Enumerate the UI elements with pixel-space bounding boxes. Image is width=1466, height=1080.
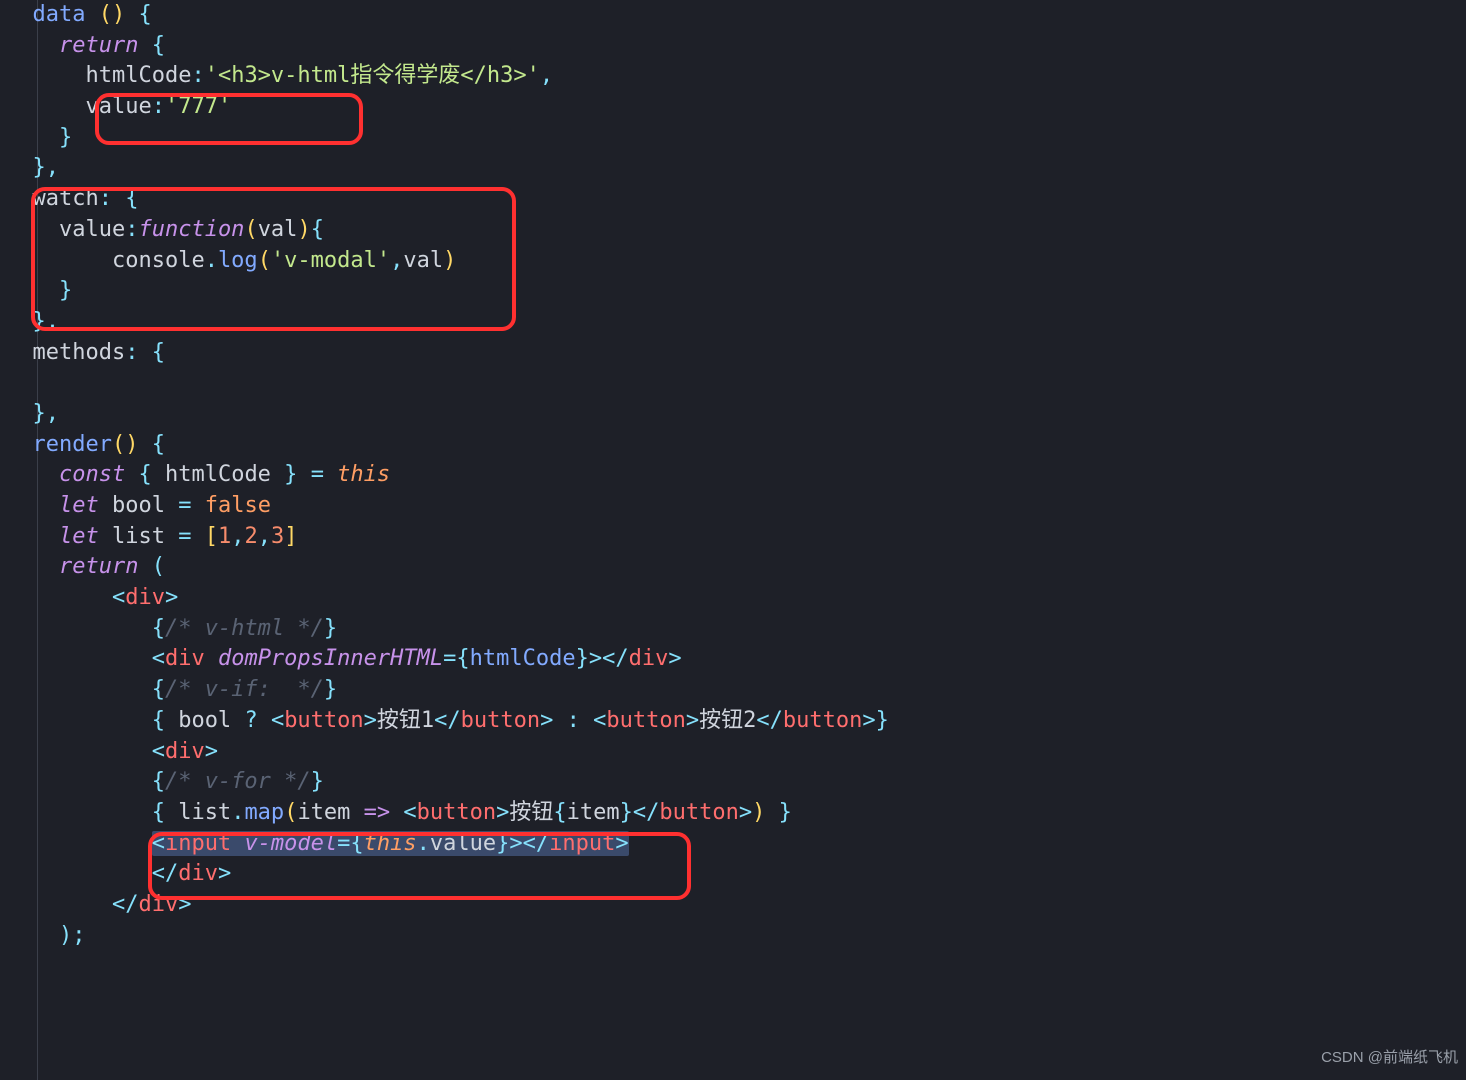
code-line[interactable]: {/* v-for */}: [0, 767, 1466, 798]
code-line[interactable]: {/* v-html */}: [0, 614, 1466, 645]
code-block[interactable]: data () { return { htmlCode:'<h3>v-html指…: [0, 0, 1466, 951]
code-line[interactable]: </div>: [0, 859, 1466, 890]
watermark: CSDN @前端纸飞机: [1321, 1043, 1458, 1074]
code-line[interactable]: return {: [0, 31, 1466, 62]
code-line[interactable]: { bool ? <button>按钮1</button> : <button>…: [0, 706, 1466, 737]
code-line[interactable]: value:function(val){: [0, 215, 1466, 246]
code-line[interactable]: console.log('v-modal',val): [0, 246, 1466, 277]
code-line[interactable]: },: [0, 153, 1466, 184]
code-line[interactable]: }: [0, 123, 1466, 154]
code-line[interactable]: <input v-model={this.value}></input>: [0, 829, 1466, 860]
code-line[interactable]: [0, 368, 1466, 399]
code-line[interactable]: methods: {: [0, 338, 1466, 369]
code-line[interactable]: let bool = false: [0, 491, 1466, 522]
code-line[interactable]: <div>: [0, 737, 1466, 768]
code-line[interactable]: <div>: [0, 583, 1466, 614]
code-line[interactable]: <div domPropsInnerHTML={htmlCode}></div>: [0, 644, 1466, 675]
code-line[interactable]: { list.map(item => <button>按钮{item}</but…: [0, 798, 1466, 829]
code-line[interactable]: value:'777': [0, 92, 1466, 123]
code-line[interactable]: </div>: [0, 890, 1466, 921]
code-line[interactable]: watch: {: [0, 184, 1466, 215]
code-line[interactable]: );: [0, 921, 1466, 952]
code-line[interactable]: const { htmlCode } = this: [0, 460, 1466, 491]
code-line[interactable]: let list = [1,2,3]: [0, 522, 1466, 553]
code-line[interactable]: data () {: [0, 0, 1466, 31]
code-line[interactable]: {/* v-if: */}: [0, 675, 1466, 706]
code-line[interactable]: htmlCode:'<h3>v-html指令得学废</h3>',: [0, 61, 1466, 92]
code-editor[interactable]: data () { return { htmlCode:'<h3>v-html指…: [0, 0, 1466, 1080]
code-line[interactable]: return (: [0, 552, 1466, 583]
code-line[interactable]: },: [0, 307, 1466, 338]
code-line[interactable]: },: [0, 399, 1466, 430]
code-line[interactable]: }: [0, 276, 1466, 307]
code-line[interactable]: render() {: [0, 430, 1466, 461]
